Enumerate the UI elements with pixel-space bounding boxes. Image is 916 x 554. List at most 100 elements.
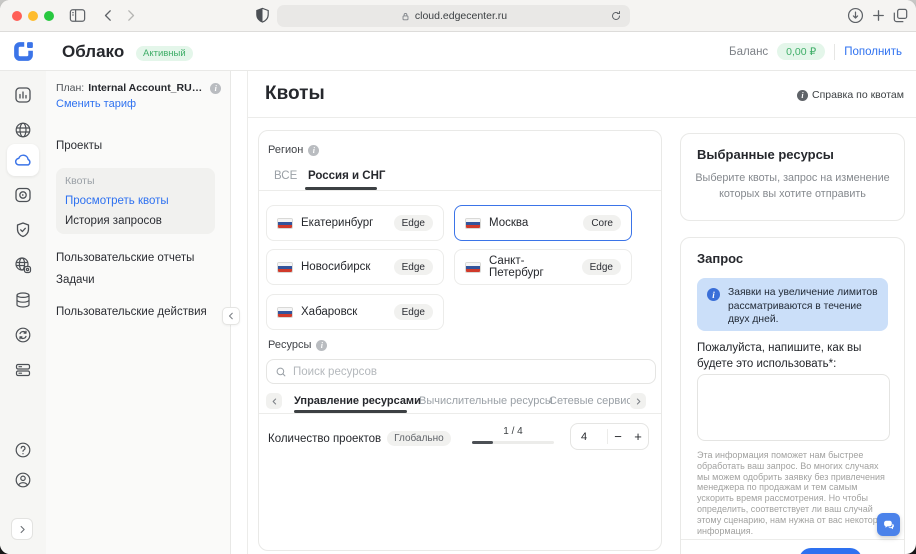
stepper-value[interactable]: 4	[571, 431, 607, 443]
selected-resources-title: Выбранные ресурсы	[697, 147, 834, 162]
servers-icon[interactable]	[7, 354, 39, 386]
new-tab-icon[interactable]	[869, 6, 888, 25]
region-tabs-border	[259, 190, 661, 191]
header-divider	[834, 44, 835, 60]
sidebar-item-tasks[interactable]: Задачи	[56, 274, 95, 286]
search-input[interactable]	[293, 366, 647, 378]
russia-flag-icon	[277, 218, 293, 229]
quotas-group: Квоты Просмотреть квоты История запросов	[56, 168, 215, 234]
sidebar-item-user-actions[interactable]: Пользовательские действия	[56, 306, 207, 318]
quota-usage-fill	[472, 441, 493, 444]
back-icon[interactable]	[100, 7, 117, 24]
region-card-moscow[interactable]: Москва Core	[454, 205, 632, 241]
region-info-icon[interactable]: i	[308, 145, 319, 156]
metrics-icon[interactable]	[7, 79, 39, 111]
quotas-group-title: Квоты	[65, 175, 206, 187]
usage-question-label: Пожалуйста, напишите, как вы будете это …	[697, 340, 890, 372]
russia-flag-icon	[465, 262, 481, 273]
region-tab-all[interactable]: ВСЕ	[274, 170, 297, 182]
browser-sidebar-icon[interactable]	[68, 6, 87, 25]
url-text: cloud.edgecenter.ru	[415, 10, 507, 22]
region-name: Хабаровск	[301, 306, 386, 318]
minimize-window-button[interactable]	[28, 11, 38, 21]
zoom-window-button[interactable]	[44, 11, 54, 21]
sync-icon[interactable]	[7, 319, 39, 351]
region-tier-badge: Edge	[582, 259, 621, 275]
security-shield-icon[interactable]	[7, 214, 39, 246]
resource-search[interactable]	[266, 359, 656, 384]
tab-network-services[interactable]: Сетевые сервисы	[549, 395, 640, 407]
region-name: Москва	[489, 217, 575, 229]
account-status-badge: Активный	[136, 46, 193, 61]
change-plan-link[interactable]: Сменить тариф	[56, 98, 136, 110]
cloud-icon[interactable]	[7, 144, 39, 176]
collapse-sidebar-button[interactable]	[222, 307, 240, 325]
plan-value: Internal Account_RUB_Cl...	[88, 82, 206, 94]
help-icon[interactable]	[7, 434, 39, 466]
page-header-border	[247, 117, 916, 118]
resources-info-icon[interactable]: i	[316, 340, 327, 351]
help-info-icon: i	[797, 90, 808, 101]
region-card-ekaterinburg[interactable]: Екатеринбург Edge	[266, 205, 444, 241]
usage-help-text: Эта информация поможет нам быстрее обраб…	[697, 450, 890, 536]
usage-description-textarea[interactable]	[697, 374, 890, 441]
lock-icon	[400, 11, 411, 22]
sidebar-item-request-history[interactable]: История запросов	[65, 215, 206, 227]
sidebar-item-view-quotas[interactable]: Просмотреть квоты	[65, 195, 206, 207]
region-card-khabarovsk[interactable]: Хабаровск Edge	[266, 294, 444, 330]
sidebar-item-custom-reports[interactable]: Пользовательские отчеты	[56, 252, 194, 264]
cdn-icon[interactable]	[7, 249, 39, 281]
balance-label: Баланс	[729, 46, 768, 58]
reload-icon[interactable]	[609, 9, 623, 23]
forward-icon[interactable]	[122, 7, 139, 24]
russia-flag-icon	[277, 307, 293, 318]
region-card-novosibirsk[interactable]: Новосибирск Edge	[266, 249, 444, 285]
app-title: Облако	[62, 42, 124, 62]
expand-rail-button[interactable]	[11, 518, 33, 540]
region-card-saint-petersburg[interactable]: Санкт-Петербург Edge	[454, 249, 632, 285]
plan-label: План:	[56, 82, 84, 94]
database-icon[interactable]	[7, 284, 39, 316]
globe-icon[interactable]	[7, 114, 39, 146]
search-icon	[275, 366, 287, 378]
address-bar[interactable]: cloud.edgecenter.ru	[277, 5, 630, 27]
edgecenter-logo[interactable]	[11, 39, 36, 64]
region-tier-badge: Edge	[394, 259, 433, 275]
tab-resource-management[interactable]: Управление ресурсами	[294, 395, 421, 407]
app-header: Облако Активный Баланс 0,00 ₽ Пополнить	[0, 32, 916, 71]
tab-compute-resources[interactable]: Вычислительные ресурсы	[419, 395, 553, 407]
section-sidebar: План: Internal Account_RUB_Cl... i Смени…	[46, 71, 231, 554]
region-name: Санкт-Петербург	[489, 255, 574, 279]
quota-usage-text: 1 / 4	[472, 426, 554, 437]
close-window-button[interactable]	[12, 11, 22, 21]
chat-bubbles-icon	[882, 518, 896, 532]
chat-widget-button[interactable]	[877, 513, 900, 536]
tab-overview-icon[interactable]	[891, 6, 910, 25]
region-tab-russia-cis[interactable]: Россия и СНГ	[308, 170, 385, 182]
tabs-scroll-right-button[interactable]	[630, 393, 646, 409]
streaming-icon[interactable]	[7, 179, 39, 211]
quota-row-name: Количество проектов	[268, 433, 381, 445]
russia-flag-icon	[465, 218, 481, 229]
topup-link[interactable]: Пополнить	[844, 46, 902, 58]
account-icon[interactable]	[7, 464, 39, 496]
submit-request-button[interactable]	[799, 548, 862, 554]
request-title: Запрос	[697, 251, 743, 266]
request-card: Запрос i Заявки на увеличение лимитов ра…	[680, 237, 905, 554]
region-name: Екатеринбург	[301, 217, 386, 229]
tabs-scroll-left-button[interactable]	[266, 393, 282, 409]
region-tier-badge: Core	[583, 215, 621, 231]
sidebar-item-projects[interactable]: Проекты	[56, 140, 102, 152]
downloads-icon[interactable]	[846, 6, 865, 25]
decrement-button[interactable]: −	[608, 429, 628, 444]
plan-info-icon[interactable]: i	[210, 83, 221, 94]
privacy-shield-icon[interactable]	[253, 6, 272, 25]
request-info-note: i Заявки на увеличение лимитов рассматри…	[697, 278, 888, 331]
increment-button[interactable]: +	[628, 429, 648, 444]
quantity-stepper: 4 − +	[570, 423, 649, 450]
quota-help-link[interactable]: i Справка по квотам	[797, 89, 904, 101]
selected-resources-card: Выбранные ресурсы Выберите квоты, запрос…	[680, 133, 905, 221]
browser-toolbar: cloud.edgecenter.ru	[0, 0, 916, 32]
info-icon: i	[707, 288, 720, 301]
content-divider	[247, 71, 248, 554]
